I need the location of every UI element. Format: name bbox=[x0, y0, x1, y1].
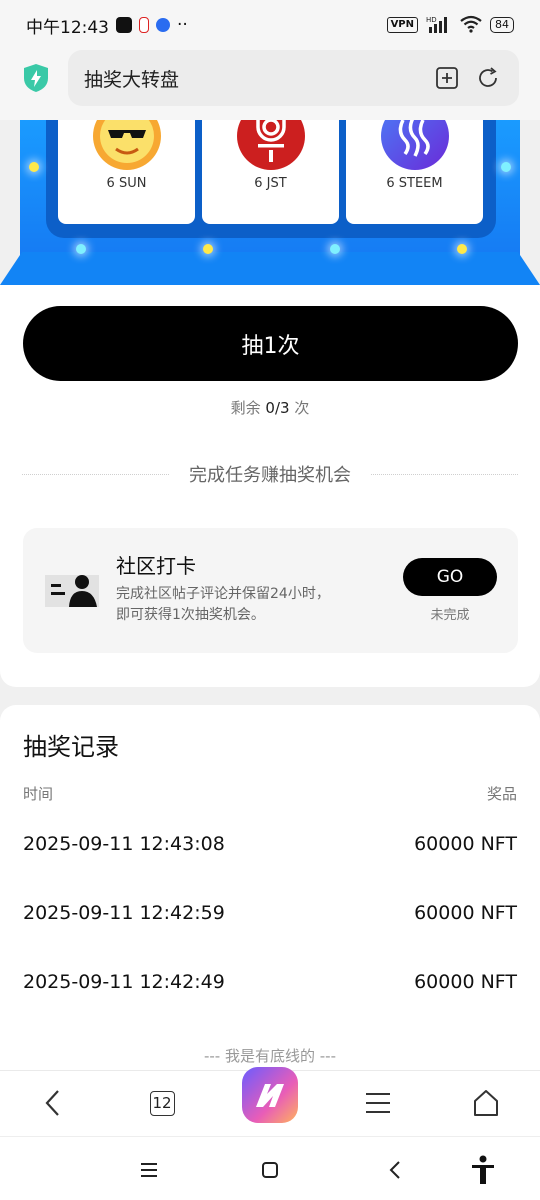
hd-label: HD bbox=[426, 16, 437, 24]
square-home-icon bbox=[262, 1162, 278, 1178]
status-time: 中午12:43 bbox=[26, 17, 109, 38]
task-desc-line: 即可获得1次抽奖机会。 bbox=[116, 607, 265, 623]
sun-token-icon bbox=[93, 120, 161, 170]
page-title: 抽奖大转盘 bbox=[84, 68, 180, 91]
notification-app-icon bbox=[139, 17, 149, 33]
decor-light bbox=[203, 244, 213, 254]
signal-icon: HD bbox=[426, 15, 452, 36]
home-icon bbox=[474, 1090, 498, 1116]
more-notifications-indicator: ·· bbox=[177, 15, 188, 35]
address-bar[interactable]: 抽奖大转盘 bbox=[68, 50, 519, 106]
task-desc-line: 完成社区帖子评论并保留24小时， bbox=[116, 586, 330, 602]
go-button[interactable]: GO bbox=[403, 558, 497, 596]
prize-label: 6 SUN bbox=[106, 176, 147, 191]
prize-card-jst: 6 JST bbox=[202, 120, 339, 224]
end-of-list-note: --- 我是有底线的 --- bbox=[203, 1047, 336, 1065]
remaining-count: 剩余 0/3 次 bbox=[0, 397, 540, 418]
app-logo-button[interactable] bbox=[242, 1067, 298, 1123]
decor-light bbox=[501, 162, 511, 172]
home-button[interactable] bbox=[466, 1083, 506, 1123]
record-prize: 60000 NFT bbox=[414, 833, 517, 855]
slot-base bbox=[0, 252, 540, 285]
remaining-value: 0/3 bbox=[265, 399, 290, 417]
menu-button[interactable] bbox=[358, 1083, 398, 1123]
task-status: 未完成 bbox=[430, 608, 470, 623]
community-task-icon bbox=[45, 575, 99, 607]
record-row: 2025-09-11 12:42:59 60000 NFT bbox=[23, 902, 517, 932]
bookmark-add-icon[interactable] bbox=[435, 66, 459, 90]
recent-apps-button[interactable] bbox=[134, 1155, 164, 1185]
steem-token-icon bbox=[381, 120, 449, 170]
menu-icon bbox=[366, 1093, 390, 1113]
status-right: VPN HD 84 bbox=[386, 15, 514, 36]
prize-slot-machine: 6 SUN 6 JST 6 STEEM bbox=[0, 120, 540, 285]
task-community-checkin: 社区打卡 完成社区帖子评论并保留24小时， 即可获得1次抽奖机会。 GO 未完成 bbox=[23, 528, 518, 653]
prize-label: 6 JST bbox=[254, 176, 287, 191]
vpn-indicator: VPN bbox=[386, 17, 418, 33]
decor-light bbox=[76, 244, 86, 254]
jst-token-icon bbox=[237, 120, 305, 170]
shield-icon[interactable] bbox=[22, 63, 50, 93]
task-title: 社区打卡 bbox=[116, 554, 196, 578]
system-back-button[interactable] bbox=[380, 1155, 410, 1185]
prize-label: 6 STEEM bbox=[386, 176, 443, 191]
records-title: 抽奖记录 bbox=[23, 733, 119, 761]
accessibility-icon bbox=[472, 1155, 494, 1184]
accessibility-button[interactable] bbox=[468, 1155, 498, 1185]
decor-light bbox=[29, 162, 39, 172]
decor-light bbox=[457, 244, 467, 254]
system-back-icon bbox=[389, 1161, 400, 1179]
app-logo-icon bbox=[256, 1084, 284, 1107]
tasks-section-title: 完成任务赚抽奖机会 bbox=[189, 465, 351, 486]
record-time: 2025-09-11 12:42:59 bbox=[23, 902, 225, 924]
column-header-time: 时间 bbox=[23, 785, 54, 803]
tiktok-icon bbox=[116, 17, 132, 33]
draw-records: 抽奖记录 时间 奖品 2025-09-11 12:43:08 60000 NFT… bbox=[0, 705, 540, 1075]
record-time: 2025-09-11 12:43:08 bbox=[23, 833, 225, 855]
prize-card-steem: 6 STEEM bbox=[346, 120, 483, 224]
tabs-button[interactable]: 12 bbox=[142, 1083, 182, 1123]
status-bar: 中午12:43 ·· VPN HD 84 bbox=[0, 0, 540, 50]
system-home-button[interactable] bbox=[255, 1155, 285, 1185]
chat-app-icon bbox=[156, 18, 170, 32]
column-header-prize: 奖品 bbox=[486, 785, 517, 803]
tab-count: 12 bbox=[149, 1090, 175, 1116]
draw-section: 抽1次 剩余 0/3 次 完成任务赚抽奖机会 社区打卡 完成社区帖子评论并保留2… bbox=[0, 285, 540, 687]
record-row: 2025-09-11 12:43:08 60000 NFT bbox=[23, 833, 517, 863]
tasks-divider: 完成任务赚抽奖机会 bbox=[22, 461, 518, 487]
record-time: 2025-09-11 12:42:49 bbox=[23, 971, 225, 993]
back-button[interactable] bbox=[33, 1083, 73, 1123]
chevron-left-icon bbox=[45, 1090, 59, 1116]
status-left: 中午12:43 ·· bbox=[26, 13, 188, 38]
divider-line bbox=[371, 473, 518, 475]
browser-bottom-nav: 12 bbox=[0, 1067, 540, 1136]
task-description: 完成社区帖子评论并保留24小时， 即可获得1次抽奖机会。 bbox=[116, 584, 396, 626]
remaining-suffix: 次 bbox=[294, 399, 310, 417]
browser-toolbar: 抽奖大转盘 bbox=[0, 50, 540, 120]
record-prize: 60000 NFT bbox=[414, 971, 517, 993]
system-nav-bar bbox=[0, 1136, 540, 1200]
prize-card-sun: 6 SUN bbox=[58, 120, 195, 224]
remaining-prefix: 剩余 bbox=[230, 399, 261, 417]
record-prize: 60000 NFT bbox=[414, 902, 517, 924]
draw-once-button[interactable]: 抽1次 bbox=[23, 306, 518, 381]
refresh-icon[interactable] bbox=[476, 66, 500, 90]
wifi-icon bbox=[460, 15, 482, 36]
divider-line bbox=[22, 473, 169, 475]
recent-apps-icon bbox=[141, 1163, 157, 1177]
battery-indicator: 84 bbox=[490, 17, 514, 33]
decor-light bbox=[330, 244, 340, 254]
record-row: 2025-09-11 12:42:49 60000 NFT bbox=[23, 971, 517, 1001]
